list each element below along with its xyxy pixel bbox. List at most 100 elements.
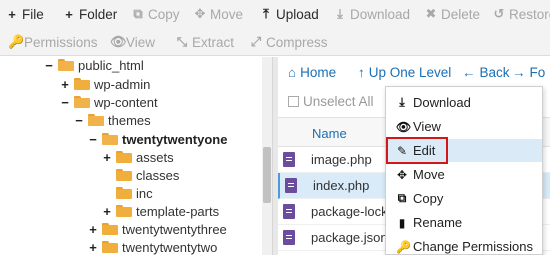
arrow-right-icon: → bbox=[512, 65, 526, 80]
tree-scrollbar[interactable] bbox=[262, 57, 272, 255]
download-icon: ⤓ bbox=[337, 6, 343, 21]
toolbar-row-secondary: 🔑 Permissions 👁 View ⤡ Extract ⤢ Compress bbox=[0, 28, 550, 54]
tree-item-twentytwentyone[interactable]: − twentytwentyone bbox=[88, 129, 227, 149]
folder-open-icon bbox=[102, 133, 118, 145]
forward-label: Fo bbox=[529, 65, 546, 80]
permissions-label: Permissions bbox=[24, 34, 98, 50]
tree-item-label: twentytwentythree bbox=[122, 221, 227, 237]
tree-item-template-parts[interactable]: + template-parts bbox=[102, 201, 219, 221]
tree-item-twentytwentytwo[interactable]: + twentytwentytwo bbox=[88, 237, 217, 255]
navigation-bar: ⌂ Home ↑ Up One Level ← Back → Fo bbox=[278, 57, 550, 87]
menu-item-label: Change Permissions bbox=[413, 239, 533, 254]
menu-item-view[interactable]: 👁 View bbox=[386, 115, 542, 138]
view-button[interactable]: 👁 View bbox=[110, 32, 155, 52]
forward-button[interactable]: → Fo bbox=[512, 65, 545, 80]
folder-open-icon bbox=[88, 114, 104, 126]
menu-item-label: Rename bbox=[413, 215, 463, 230]
plus-icon: + bbox=[65, 6, 73, 22]
home-icon: ⌂ bbox=[288, 65, 297, 80]
download-icon: ⤓ bbox=[399, 95, 405, 109]
permissions-button[interactable]: 🔑 Permissions bbox=[8, 32, 98, 52]
expand-toggle-icon[interactable]: + bbox=[102, 204, 112, 219]
expand-toggle-icon[interactable]: + bbox=[88, 222, 98, 237]
file-name: image.php bbox=[311, 152, 372, 167]
up-one-level-label: Up One Level bbox=[368, 65, 452, 80]
expand-toggle-icon[interactable]: + bbox=[60, 77, 70, 92]
collapse-toggle-icon[interactable]: − bbox=[44, 58, 54, 73]
tree-item-public-html[interactable]: − public_html bbox=[44, 57, 144, 75]
column-header-name[interactable]: Name bbox=[312, 126, 347, 141]
folder-open-icon bbox=[74, 96, 90, 108]
eye-icon: 👁 bbox=[396, 119, 412, 134]
tree-item-wp-admin[interactable]: + wp-admin bbox=[60, 74, 150, 94]
collapse-toggle-icon[interactable]: − bbox=[88, 132, 98, 147]
home-label: Home bbox=[300, 65, 337, 80]
folder-open-icon bbox=[58, 59, 74, 71]
tree-item-label: wp-admin bbox=[94, 76, 151, 92]
menu-item-label: Copy bbox=[413, 191, 444, 206]
menu-item-label: Download bbox=[413, 95, 471, 110]
php-file-icon bbox=[283, 152, 295, 167]
up-one-level-button[interactable]: ↑ Up One Level bbox=[358, 65, 451, 80]
menu-item-change-permissions[interactable]: 🔑 Change Permissions bbox=[386, 235, 542, 255]
download-button[interactable]: ⤓ Download bbox=[334, 4, 410, 24]
checkbox-icon bbox=[288, 96, 299, 107]
restore-button[interactable]: ↺ Restore bbox=[493, 4, 550, 24]
move-icon: ✥ bbox=[194, 6, 206, 21]
file-name: index.php bbox=[313, 178, 370, 193]
context-menu: ⤓ Download 👁 View ✎ Edit ✥ Move ⧉ Copy ▮ Renam… bbox=[385, 86, 543, 255]
delete-button[interactable]: ✖ Delete bbox=[425, 4, 480, 24]
tree-item-classes[interactable]: classes bbox=[102, 165, 179, 185]
folder-icon bbox=[116, 205, 132, 217]
compress-label: Compress bbox=[266, 34, 328, 50]
tree-item-label: wp-content bbox=[94, 94, 158, 110]
menu-item-download[interactable]: ⤓ Download bbox=[386, 91, 542, 114]
delete-label: Delete bbox=[441, 6, 481, 22]
collapse-toggle-icon[interactable]: − bbox=[74, 113, 84, 128]
new-folder-button[interactable]: + Folder bbox=[63, 4, 117, 24]
tree-item-twentytwentythree[interactable]: + twentytwentythree bbox=[88, 219, 227, 239]
restore-label: Restore bbox=[509, 6, 550, 22]
back-button[interactable]: ← Back bbox=[462, 65, 510, 80]
compress-button[interactable]: ⤢ Compress bbox=[250, 32, 328, 52]
copy-label: Copy bbox=[148, 6, 180, 22]
folder-icon bbox=[74, 78, 90, 90]
json-file-icon bbox=[283, 204, 295, 219]
folder-icon bbox=[116, 187, 132, 199]
menu-item-edit[interactable]: ✎ Edit bbox=[386, 139, 542, 162]
home-button[interactable]: ⌂ Home bbox=[288, 65, 336, 80]
folder-icon bbox=[102, 241, 118, 253]
tree-item-assets[interactable]: + assets bbox=[102, 147, 173, 167]
new-file-label: File bbox=[22, 6, 44, 22]
tree-item-label: public_html bbox=[78, 57, 144, 73]
unselect-all-button[interactable]: Unselect All bbox=[288, 94, 374, 109]
key-icon: 🔑 bbox=[8, 34, 25, 49]
new-file-button[interactable]: + File bbox=[6, 4, 44, 24]
extract-label: Extract bbox=[192, 34, 235, 50]
tree-item-inc[interactable]: inc bbox=[102, 183, 153, 203]
tree-item-label: classes bbox=[136, 167, 180, 183]
tree-item-label: twentytwentytwo bbox=[122, 239, 218, 255]
copy-icon: ⧉ bbox=[397, 191, 407, 205]
menu-item-rename[interactable]: ▮ Rename bbox=[386, 211, 542, 234]
compress-icon: ⤢ bbox=[250, 34, 262, 49]
move-button[interactable]: ✥ Move bbox=[194, 4, 243, 24]
tree-item-themes[interactable]: − themes bbox=[74, 110, 150, 130]
move-icon: ✥ bbox=[396, 167, 408, 182]
collapse-toggle-icon[interactable]: − bbox=[60, 95, 70, 110]
upload-button[interactable]: ⤒ Upload bbox=[260, 4, 319, 24]
expand-toggle-icon[interactable]: + bbox=[88, 240, 98, 255]
folder-icon bbox=[116, 151, 132, 163]
expand-toggle-icon[interactable]: + bbox=[102, 150, 112, 165]
tree-item-label: twentytwentyone bbox=[122, 131, 228, 147]
menu-item-move[interactable]: ✥ Move bbox=[386, 163, 542, 186]
move-label: Move bbox=[210, 6, 244, 22]
tree-item-wp-content[interactable]: − wp-content bbox=[60, 92, 158, 112]
extract-button[interactable]: ⤡ Extract bbox=[176, 32, 234, 52]
toolbar: + File + Folder ⧉ Copy ✥ Move ⤒ Upload ⤓ Downl… bbox=[0, 0, 550, 56]
copy-icon: ⧉ bbox=[133, 6, 143, 21]
eye-icon: 👁 bbox=[110, 34, 127, 49]
copy-button[interactable]: ⧉ Copy bbox=[132, 4, 180, 24]
scrollbar-thumb[interactable] bbox=[263, 147, 271, 203]
menu-item-copy[interactable]: ⧉ Copy bbox=[386, 187, 542, 210]
